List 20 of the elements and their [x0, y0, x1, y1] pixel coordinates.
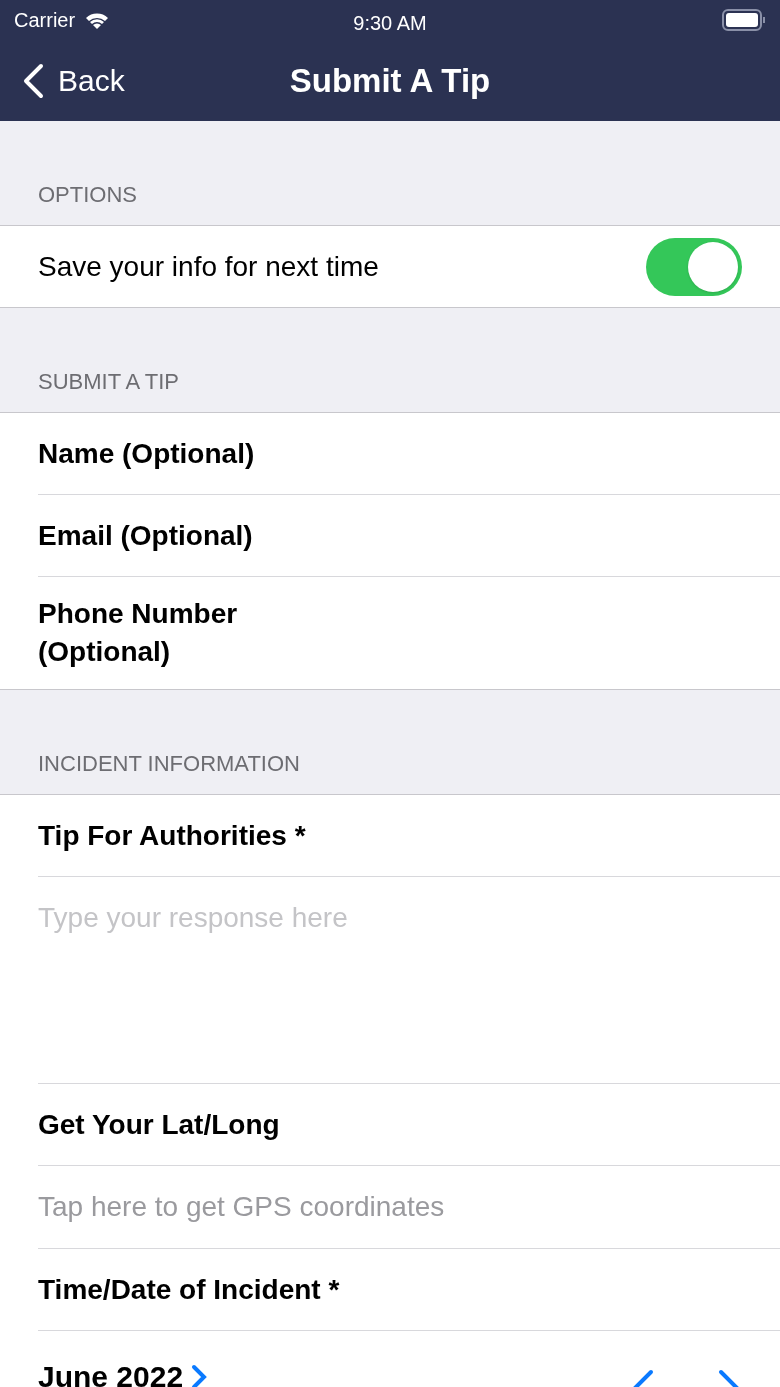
battery-icon [722, 9, 766, 31]
back-button[interactable]: Back [22, 58, 125, 103]
section-header: SUBMIT A TIP [38, 368, 179, 396]
option-label: Save your info for next time [38, 249, 379, 284]
response-field[interactable]: Type your response here [38, 897, 742, 1067]
nav-title: Submit A Tip [289, 60, 491, 101]
field-label[interactable]: Get Your Lat/Long [38, 1105, 280, 1144]
month-picker[interactable]: June 2022 [38, 1354, 208, 1387]
field-label[interactable]: Time/Date of Incident * [38, 1270, 340, 1309]
field-label[interactable]: Email (Optional) [38, 516, 253, 555]
carrier-label: Carrier [14, 8, 76, 33]
chevron-right-icon [191, 1363, 208, 1387]
status-time: 9:30 AM [353, 11, 427, 36]
field-label[interactable]: Phone Number (Optional) [38, 595, 368, 671]
section-header: INCIDENT INFORMATION [38, 750, 300, 778]
field-label[interactable]: Tip For Authorities * [38, 816, 306, 855]
section-header: OPTIONS [38, 181, 137, 209]
chevron-left-icon [22, 62, 44, 99]
toggle-switch[interactable] [646, 237, 742, 296]
field-label[interactable]: Name (Optional) [38, 434, 255, 473]
